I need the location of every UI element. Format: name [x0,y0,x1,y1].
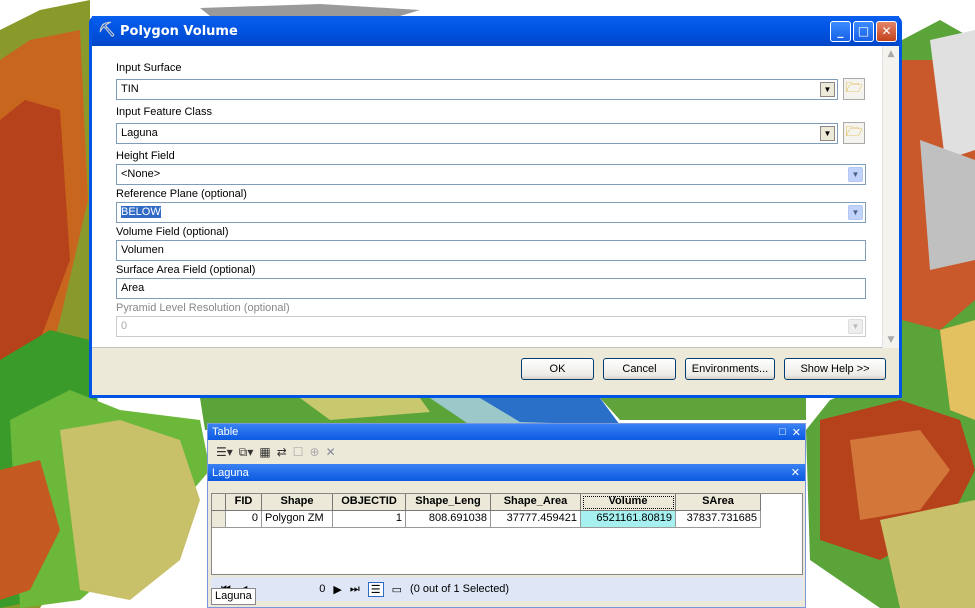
polygon-volume-dialog: ⛏ Polygon Volume _ □ ✕ Input Surface TIN… [89,16,902,398]
restore-icon[interactable]: □ [779,426,786,439]
table-options-icon[interactable]: ☰▾ [216,445,233,459]
table-header: FID Shape OBJECTID Shape_Leng Shape_Area… [212,494,802,511]
chevron-down-icon[interactable]: ▼ [820,82,835,97]
reference-plane-label: Reference Plane (optional) [116,188,247,200]
cancel-button[interactable]: Cancel [603,358,676,380]
table-row[interactable]: 0 Polygon ZM 1 808.691038 37777.459421 6… [212,511,802,528]
show-selected-records-icon[interactable]: ▭ [392,583,402,596]
hammer-icon: ⛏ [98,22,116,38]
table-tab-laguna[interactable]: Laguna [211,588,256,605]
input-surface-label: Input Surface [116,62,182,74]
table-window: Table □ ✕ ☰▾ ⧉▾ ▦ ⇄ ☐ ⊕ ✕ Laguna ✕ FID S… [207,423,806,608]
column-header[interactable]: Shape [262,494,333,511]
minimize-button[interactable]: _ [830,20,851,42]
maximize-button[interactable]: □ [853,20,874,42]
selection-status: (0 out of 1 Selected) [410,583,510,595]
pyramid-level-select: 0 ▼ [116,316,866,337]
row-selector[interactable] [212,511,226,528]
zoom-to-selected-icon[interactable]: ⊕ [310,445,320,459]
table-title-bar[interactable]: Table □ ✕ [208,424,805,440]
input-surface-field[interactable]: TIN ▼ [116,79,838,100]
input-feature-class-field[interactable]: Laguna ▼ [116,123,838,144]
record-number-input[interactable]: 0 [255,583,325,595]
layer-title: Laguna [212,466,249,479]
ok-button[interactable]: OK [521,358,594,380]
dialog-title-bar[interactable]: ⛏ Polygon Volume _ □ ✕ [92,16,899,46]
table-title: Table [212,426,239,438]
delete-selected-icon[interactable]: ✕ [326,445,336,459]
surface-area-field-input[interactable]: Area [116,278,866,299]
close-button[interactable]: ✕ [876,20,897,42]
last-record-icon[interactable]: ⏭ [350,583,360,596]
volume-field-input[interactable]: Volumen [116,240,866,261]
reference-plane-select[interactable]: BELOW ▼ [116,202,866,223]
show-help-button[interactable]: Show Help >> [784,358,886,380]
pyramid-level-label: Pyramid Level Resolution (optional) [116,302,290,314]
switch-selection-icon[interactable]: ⇄ [277,445,287,459]
next-record-icon[interactable]: ▶ [333,583,341,596]
column-header[interactable]: Volume [581,494,676,511]
dialog-title: Polygon Volume [120,23,238,39]
layer-tab-bar: Laguna ✕ [208,464,805,481]
column-header[interactable]: SArea [676,494,761,511]
environments-button[interactable]: Environments... [685,358,775,380]
height-field-label: Height Field [116,150,175,162]
parameter-form: Input Surface TIN ▼ 🗁 Input Feature Clas… [92,46,899,348]
input-feature-class-label: Input Feature Class [116,106,212,118]
open-folder-icon[interactable]: 🗁 [843,78,865,100]
close-icon[interactable]: ✕ [792,426,801,439]
chevron-down-icon: ▼ [848,319,863,334]
scroll-up-icon[interactable]: ▲ [883,46,899,62]
volume-field-label: Volume Field (optional) [116,226,229,238]
clear-selection-icon[interactable]: ☐ [293,445,304,459]
related-tables-icon[interactable]: ⧉▾ [239,445,254,460]
select-by-attributes-icon[interactable]: ▦ [259,445,270,459]
attribute-grid: FID Shape OBJECTID Shape_Leng Shape_Area… [211,493,803,575]
close-icon[interactable]: ✕ [791,466,800,479]
show-all-records-icon[interactable]: ☰ [367,581,384,597]
form-scrollbar[interactable]: ▲ ▼ [882,46,899,348]
table-cell[interactable]: Polygon ZM [262,511,333,528]
chevron-down-icon[interactable]: ▼ [848,205,863,220]
chevron-down-icon[interactable]: ▼ [820,126,835,141]
table-cell[interactable]: 37777.459421 [491,511,581,528]
scroll-down-icon[interactable]: ▼ [883,332,899,348]
height-field-select[interactable]: <None> ▼ [116,164,866,185]
surface-area-field-label: Surface Area Field (optional) [116,264,256,276]
chevron-down-icon[interactable]: ▼ [848,167,863,182]
table-cell[interactable]: 0 [226,511,262,528]
column-header[interactable]: Shape_Area [491,494,581,511]
column-header[interactable]: Shape_Leng [406,494,491,511]
table-cell[interactable]: 6521161.80819 [581,511,676,528]
column-header[interactable]: FID [226,494,262,511]
dialog-body: Input Surface TIN ▼ 🗁 Input Feature Clas… [92,46,899,395]
open-folder-icon[interactable]: 🗁 [843,122,865,144]
table-cell[interactable]: 37837.731685 [676,511,761,528]
table-cell[interactable]: 808.691038 [406,511,491,528]
table-cell[interactable]: 1 [333,511,406,528]
record-navigation: ⏮ ◀ 0 ▶ ⏭ ☰ ▭ (0 out of 1 Selected) [211,577,803,601]
row-selector-header [212,494,226,511]
table-toolbar: ☰▾ ⧉▾ ▦ ⇄ ☐ ⊕ ✕ [208,440,805,464]
column-header[interactable]: OBJECTID [333,494,406,511]
